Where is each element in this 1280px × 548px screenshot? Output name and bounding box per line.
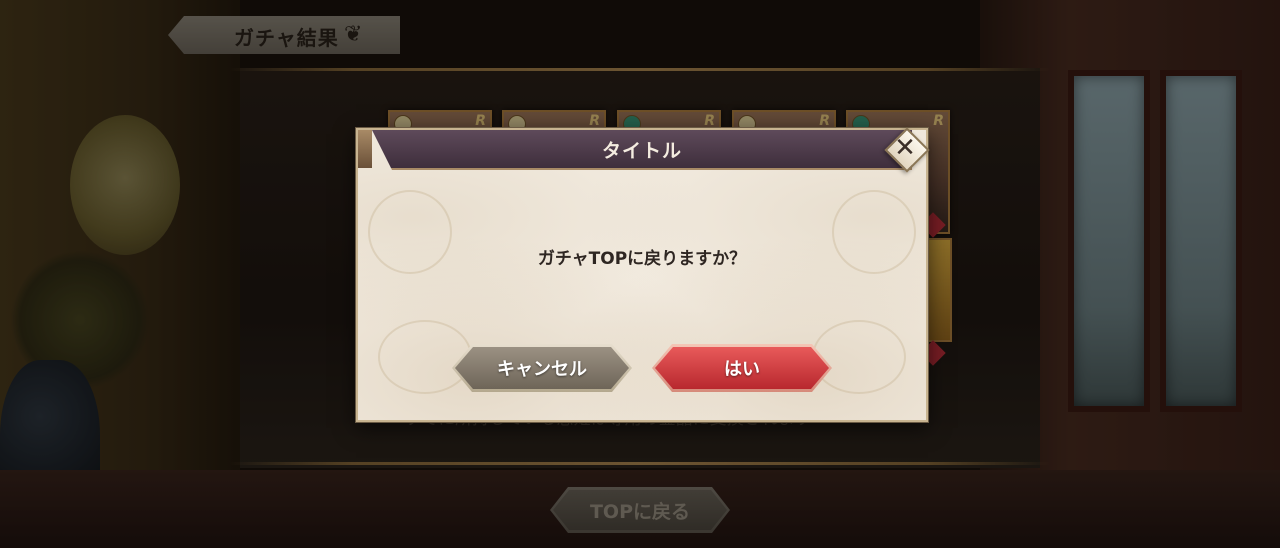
ornament xyxy=(378,320,472,394)
ornament xyxy=(812,320,906,394)
close-icon: ✕ xyxy=(894,133,916,163)
title-accent xyxy=(358,130,372,168)
cancel-label: キャンセル xyxy=(497,359,587,380)
dialog-title: タイトル xyxy=(601,139,682,162)
confirm-label: はい xyxy=(724,359,760,380)
cancel-button[interactable]: キャンセル xyxy=(452,344,632,392)
dialog-message: ガチャTOPに戻りますか？ xyxy=(537,249,747,269)
confirm-button[interactable]: はい xyxy=(652,344,832,392)
close-button[interactable]: ✕ xyxy=(884,127,930,173)
confirm-dialog: タイトル ガチャTOPに戻りますか？ キャンセル はい xyxy=(356,128,928,422)
dialog-title-bar: タイトル xyxy=(372,130,912,170)
